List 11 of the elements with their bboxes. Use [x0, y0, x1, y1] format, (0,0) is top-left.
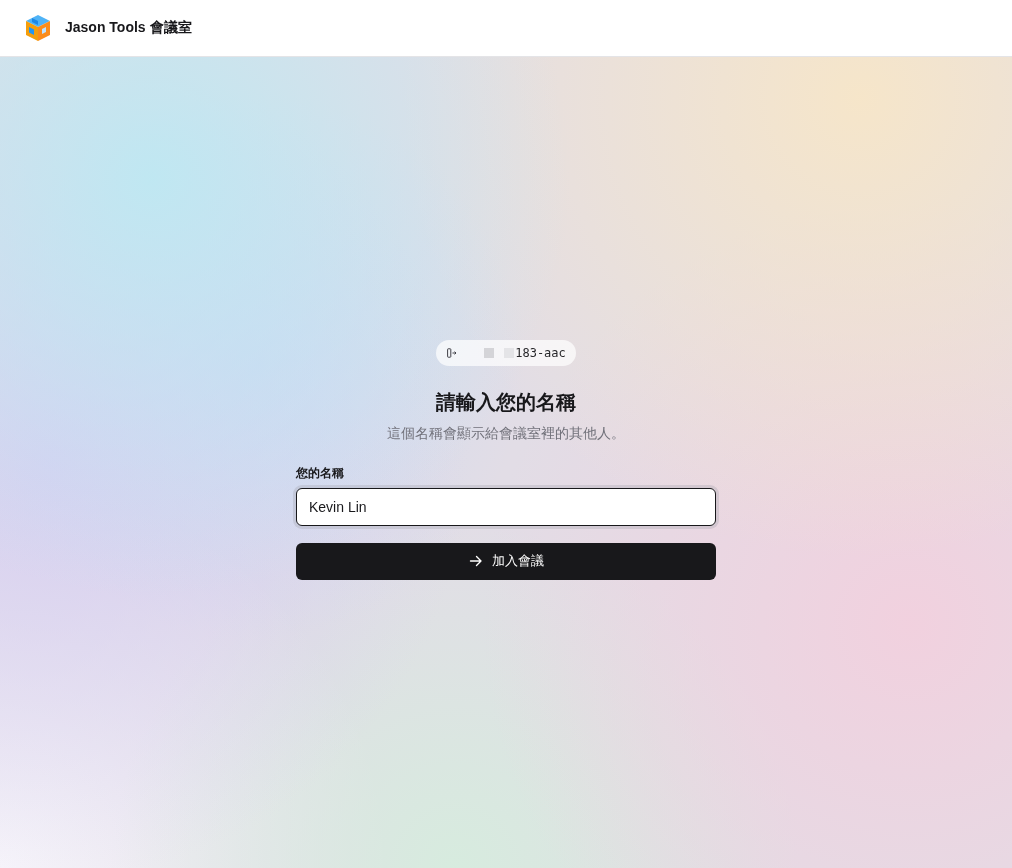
name-input-field[interactable]: Kevin Lin — [296, 487, 716, 526]
room-code: 183-aac — [515, 345, 566, 360]
subtitle-text: 這個名稱會顯示給會議室裡的其他人。 — [387, 423, 625, 443]
page-heading: 請輸入您的名稱 — [436, 389, 576, 415]
app-title: Jason Tools 會議室 — [65, 19, 192, 37]
join-meeting-button[interactable]: 加入會議 — [296, 542, 716, 580]
arrow-right-icon — [468, 554, 483, 568]
cube-logo-icon — [23, 13, 53, 43]
square-icon — [484, 347, 495, 358]
door-arrow-icon — [447, 347, 458, 358]
field-label: 您的名稱 — [296, 464, 344, 481]
